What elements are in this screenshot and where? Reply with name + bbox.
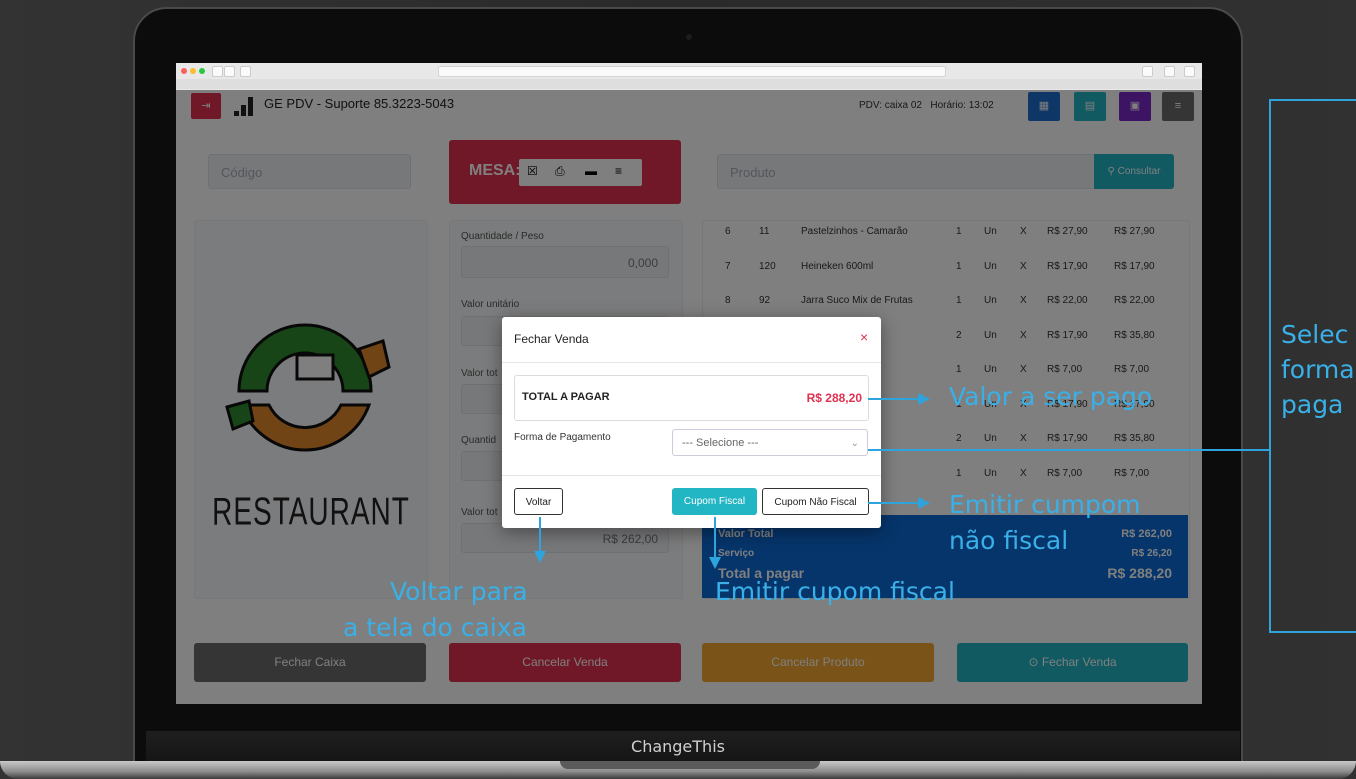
select-value: --- Selecione ---	[682, 437, 759, 449]
chevron-down-icon: ⌄	[850, 438, 859, 449]
annotation-nao-fiscal-1: Emitir cumpom	[949, 490, 1141, 519]
forma-pagamento-select[interactable]: --- Selecione --- ⌄	[672, 429, 868, 456]
download-button[interactable]	[1184, 66, 1195, 77]
close-icon[interactable]: ×	[860, 329, 868, 345]
arrowhead-nao-fiscal	[918, 497, 930, 509]
cupom-nao-fiscal-button[interactable]: Cupom Não Fiscal	[762, 488, 869, 515]
arrowhead-voltar	[534, 551, 546, 563]
annotation-nao-fiscal-2: não fiscal	[949, 526, 1069, 555]
arrowhead-valor	[918, 393, 930, 405]
tabs-button[interactable]	[1164, 66, 1175, 77]
modal-divider-top	[502, 362, 881, 363]
tab-strip	[176, 79, 1202, 89]
arrow-voltar	[539, 517, 541, 553]
cupom-fiscal-button[interactable]: Cupom Fiscal	[672, 488, 757, 515]
annotation-selec-3: paga	[1281, 390, 1344, 419]
back-button[interactable]	[212, 66, 223, 77]
annotation-selec-2: forma	[1281, 355, 1355, 384]
total-label: TOTAL A PAGAR	[522, 391, 610, 403]
forward-button[interactable]	[224, 66, 235, 77]
arrow-fiscal	[714, 517, 716, 559]
annotation-fiscal: Emitir cupom fiscal	[715, 577, 955, 606]
modal-divider-bottom	[502, 475, 881, 476]
laptop-notch	[560, 761, 820, 769]
close-dot[interactable]	[181, 68, 187, 74]
share-button[interactable]	[1142, 66, 1153, 77]
annotation-selec-1: Selec	[1281, 320, 1349, 349]
arrowhead-fiscal	[709, 557, 721, 569]
minimize-dot[interactable]	[190, 68, 196, 74]
arrow-valor	[868, 398, 920, 400]
annotation-voltar-2: a tela do caixa	[343, 613, 527, 642]
browser-chrome	[176, 63, 1202, 91]
annotation-valor: Valor a ser pago	[949, 382, 1153, 411]
url-bar[interactable]	[438, 66, 946, 77]
sidebar-button[interactable]	[240, 66, 251, 77]
arrow-selecione	[868, 449, 1270, 451]
total-value: R$ 288,20	[806, 391, 862, 405]
modal-title: Fechar Venda	[514, 332, 589, 346]
voltar-button[interactable]: Voltar	[514, 488, 563, 515]
annotation-voltar-1: Voltar para	[390, 577, 528, 606]
forma-pagamento-label: Forma de Pagamento	[514, 432, 611, 443]
arrow-nao-fiscal	[868, 502, 920, 504]
brand-label: ChangeThis	[631, 737, 725, 756]
total-box: TOTAL A PAGAR R$ 288,20	[514, 375, 869, 421]
fechar-venda-modal: Fechar Venda × TOTAL A PAGAR R$ 288,20 F…	[502, 317, 881, 528]
maximize-dot[interactable]	[199, 68, 205, 74]
camera	[686, 34, 692, 40]
